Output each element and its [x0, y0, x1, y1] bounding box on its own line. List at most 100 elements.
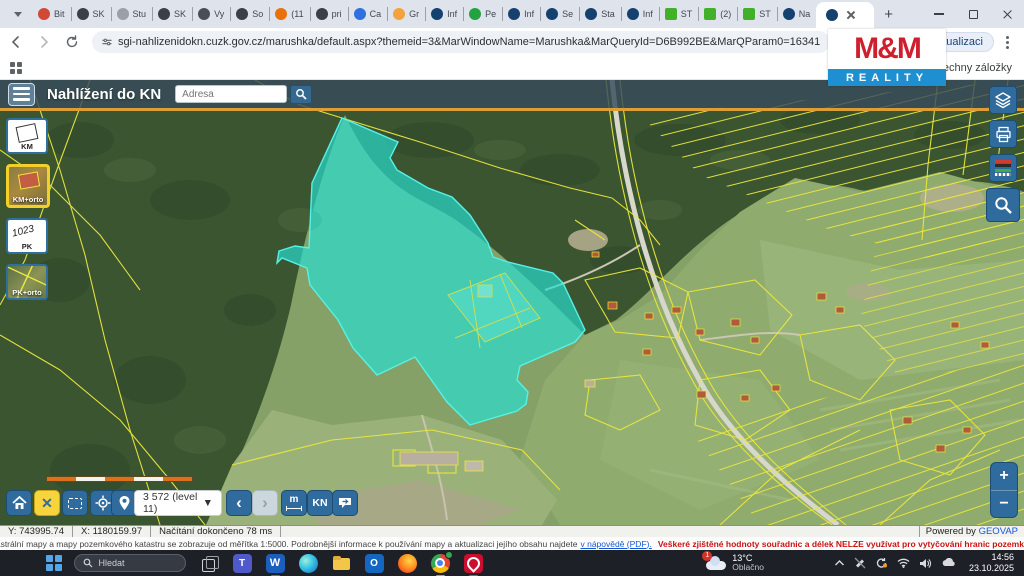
browser-tab[interactable]: Inf: [425, 0, 463, 28]
task-view-button[interactable]: [200, 554, 219, 573]
minimize-button[interactable]: [922, 0, 956, 28]
browser-tab[interactable]: (11: [269, 0, 309, 28]
help-pdf-link[interactable]: v nápovědě (PDF).: [580, 539, 651, 549]
history-forward-button[interactable]: ›: [252, 490, 278, 516]
home-icon: [12, 496, 27, 510]
browser-tab[interactable]: ST: [737, 0, 777, 28]
file-explorer-icon[interactable]: [332, 554, 351, 573]
address-search-button[interactable]: [290, 85, 312, 104]
taskbar: Hledat T W O 1 13°C Oblačno: [0, 550, 1024, 576]
browser-tabs: Bit SK Stu SK Vy So (11 pri Ca Gr Inf Pe…: [32, 0, 816, 28]
browser-tab[interactable]: Na: [777, 0, 817, 28]
tab-favicon: [783, 8, 795, 20]
tab-label: Bit: [54, 9, 65, 19]
browser-tab[interactable]: SK: [152, 0, 192, 28]
apps-grid-icon[interactable]: [10, 62, 22, 74]
teams-icon[interactable]: T: [233, 554, 252, 573]
layer-label: PK: [8, 242, 46, 251]
map-canvas[interactable]: [0, 80, 1024, 525]
forward-button[interactable]: [32, 30, 56, 54]
tab-favicon: [704, 8, 716, 20]
close-window-button[interactable]: [990, 0, 1024, 28]
taskbar-search[interactable]: Hledat: [74, 554, 186, 572]
scale-bar: [46, 476, 193, 482]
tab-favicon: [236, 8, 248, 20]
kn-info-button[interactable]: KN: [307, 490, 333, 516]
tab-label: (11: [291, 9, 303, 19]
url-bar[interactable]: sgi-nahlizenidokn.cuzk.gov.cz/marushka/d…: [92, 31, 830, 53]
browser-tab[interactable]: (2): [698, 0, 737, 28]
geovap-link[interactable]: GEOVAP: [979, 526, 1018, 537]
history-back-button[interactable]: ‹: [226, 490, 252, 516]
volume-icon[interactable]: [919, 558, 932, 569]
tab-label: Inf: [643, 9, 653, 19]
close-icon: [1002, 9, 1013, 20]
scale-dropdown[interactable]: 3 572 (level 11) ▼: [134, 490, 222, 516]
pen-disabled-icon[interactable]: [854, 557, 866, 569]
layers-button[interactable]: [989, 86, 1017, 114]
new-tab-button[interactable]: +: [874, 6, 903, 23]
close-tab-icon[interactable]: [846, 10, 856, 20]
tab-favicon: [77, 8, 89, 20]
tray-chevron-icon[interactable]: [834, 559, 845, 567]
coord-y: Y: 743995.74: [0, 526, 73, 537]
layer-button-km[interactable]: KM: [6, 118, 48, 154]
chrome-icon[interactable]: [431, 554, 450, 573]
firefox-icon[interactable]: [398, 554, 417, 573]
onedrive-icon[interactable]: [941, 558, 955, 568]
tab-favicon: [546, 8, 558, 20]
browser-tab[interactable]: Inf: [621, 0, 659, 28]
browser-tab[interactable]: Se: [540, 0, 579, 28]
legend-button[interactable]: [989, 154, 1017, 182]
active-tab[interactable]: [816, 2, 874, 28]
measure-button[interactable]: m: [281, 490, 307, 516]
rect-select-button[interactable]: [62, 490, 88, 516]
clear-selection-button[interactable]: ✕: [34, 490, 60, 516]
tab-favicon: [665, 8, 677, 20]
warning-text: Veškeré zjištěné hodnoty souřadnic a dél…: [658, 539, 1024, 549]
browser-menu-button[interactable]: [1000, 33, 1014, 51]
maximize-button[interactable]: [956, 0, 990, 28]
browser-tab[interactable]: Bit: [32, 0, 71, 28]
wifi-icon[interactable]: [897, 558, 910, 568]
layer-label: PK+orto: [8, 288, 46, 297]
layer-button-pk[interactable]: 1023 PK: [6, 218, 48, 254]
browser-tab[interactable]: Inf: [502, 0, 540, 28]
browser-tab[interactable]: ST: [659, 0, 699, 28]
browser-tab[interactable]: Stu: [111, 0, 153, 28]
taskbar-clock[interactable]: 14:56 23.10.2025: [969, 552, 1014, 574]
home-button[interactable]: [6, 490, 32, 516]
outlook-icon[interactable]: O: [365, 554, 384, 573]
start-button[interactable]: [46, 555, 62, 571]
address-search-input[interactable]: [175, 85, 287, 103]
app-title: Nahlížení do KN: [47, 86, 161, 103]
browser-tab[interactable]: Gr: [387, 0, 425, 28]
menu-button[interactable]: [8, 83, 35, 106]
browser-tab[interactable]: Vy: [192, 0, 230, 28]
map-search-button[interactable]: [986, 188, 1020, 222]
print-button[interactable]: [989, 120, 1017, 148]
taskbar-search-label: Hledat: [99, 558, 125, 568]
map-viewport[interactable]: Nahlížení do KN KM KM+orto 1023 PK PK +: [0, 80, 1024, 525]
browser-tab[interactable]: So: [230, 0, 269, 28]
crosshair-icon: [95, 495, 111, 511]
word-icon[interactable]: W: [266, 554, 285, 573]
zoom-in-button[interactable]: +: [991, 463, 1017, 491]
feedback-button[interactable]: [332, 490, 358, 516]
tab-search-button[interactable]: [8, 4, 28, 24]
back-button[interactable]: [4, 30, 28, 54]
tab-label: Inf: [447, 9, 457, 19]
browser-tab[interactable]: pri: [310, 0, 348, 28]
browser-tab[interactable]: Pe: [463, 0, 502, 28]
browser-tab[interactable]: Ca: [348, 0, 388, 28]
acrobat-icon[interactable]: [464, 554, 483, 573]
layer-button-pk-orto[interactable]: PK+orto: [6, 264, 48, 300]
browser-tab[interactable]: SK: [71, 0, 111, 28]
sync-icon[interactable]: [875, 557, 888, 569]
edge-icon[interactable]: [299, 554, 318, 573]
layer-button-km-orto[interactable]: KM+orto: [6, 164, 50, 208]
reload-button[interactable]: [60, 30, 84, 54]
parcel-sketch-icon: [16, 123, 39, 143]
browser-tab[interactable]: Sta: [579, 0, 621, 28]
weather-widget[interactable]: 1 13°C Oblačno: [706, 553, 764, 573]
